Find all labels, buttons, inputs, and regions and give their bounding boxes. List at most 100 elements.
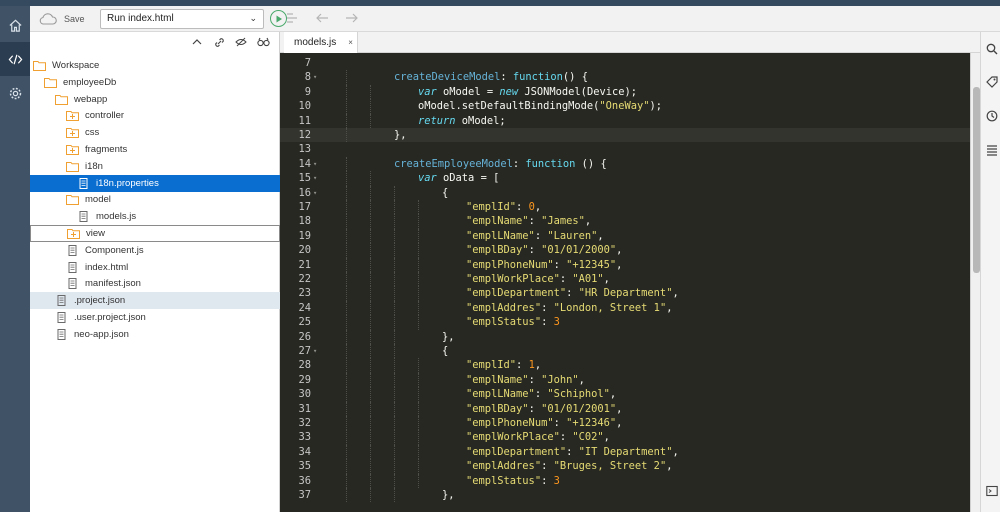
code-line[interactable]: 10 oModel.setDefaultBindingMode("OneWay")… xyxy=(280,99,970,114)
code-line[interactable]: 36 "emplStatus": 3 xyxy=(280,473,970,488)
code-line[interactable]: 19 "emplLName": "Lauren", xyxy=(280,228,970,244)
forward-arrow-icon[interactable] xyxy=(344,11,360,25)
indent-guide xyxy=(370,430,371,445)
tree-file-item[interactable]: models.js xyxy=(30,208,280,225)
console-icon[interactable] xyxy=(986,485,998,497)
code-line[interactable]: 14 ▾ createEmployeeModel: function () { xyxy=(280,156,970,172)
indent-guide xyxy=(394,488,395,503)
link-icon[interactable] xyxy=(212,35,226,49)
indent-guide xyxy=(346,416,347,431)
code-line[interactable]: 33 "emplWorkPlace": "C02", xyxy=(280,430,970,445)
tree-folder-item[interactable]: fragments xyxy=(30,141,280,158)
code-line[interactable]: 25 "emplStatus": 3 xyxy=(280,315,970,330)
binoculars-icon[interactable] xyxy=(256,35,270,49)
code-line[interactable]: 18 "emplName": "James", xyxy=(280,214,970,229)
code-line[interactable]: 31 "emplBDay": "01/01/2001", xyxy=(280,401,970,416)
outline-list-icon[interactable] xyxy=(986,144,998,156)
settings-button[interactable] xyxy=(0,76,30,110)
code-line[interactable]: 21 "emplPhoneNum": "+12345", xyxy=(280,257,970,272)
code-line[interactable]: 26}, xyxy=(280,329,970,344)
code-line[interactable]: 30 "emplLName": "Schiphol", xyxy=(280,387,970,402)
code-line[interactable]: 20 "emplBDay": "01/01/2000", xyxy=(280,243,970,258)
code-line[interactable]: 12}, xyxy=(280,128,970,143)
code-line[interactable]: 32 "emplPhoneNum": "+12346", xyxy=(280,416,970,431)
tree-folder-item[interactable]: Workspace xyxy=(30,57,280,74)
collapse-all-icon[interactable] xyxy=(190,35,204,49)
close-icon[interactable]: × xyxy=(348,38,353,47)
code-token: oModel; xyxy=(455,114,506,127)
tree-file-item[interactable]: index.html xyxy=(30,259,280,276)
save-label: Save xyxy=(64,14,85,24)
tree-item-label: fragments xyxy=(85,144,128,155)
indent-guide xyxy=(370,84,371,100)
code-icon xyxy=(8,54,22,64)
code-token: : xyxy=(534,388,548,401)
code-line[interactable]: 27 ▾ { xyxy=(280,344,970,359)
search-icon[interactable] xyxy=(986,43,998,55)
tree-folder-item[interactable]: css xyxy=(30,124,280,141)
indent-guide xyxy=(370,344,371,359)
code-line[interactable]: 23 "emplDepartment": "HR Department", xyxy=(280,286,970,301)
tree-file-item[interactable]: Component.js xyxy=(30,242,280,259)
code-token: "emplName" xyxy=(466,373,529,386)
code-line[interactable]: 37}, xyxy=(280,488,970,503)
debug-step-icon[interactable] xyxy=(284,11,300,25)
tree-folder-item[interactable]: i18n xyxy=(30,158,280,175)
code-line[interactable]: 17 "emplId": 0, xyxy=(280,200,970,215)
history-icon[interactable] xyxy=(986,110,998,122)
code-line[interactable]: 8 ▾ createDeviceModel: function() { xyxy=(280,70,970,85)
code-line[interactable]: 16 ▾ { xyxy=(280,185,970,200)
line-number: 31 xyxy=(298,402,311,415)
code-line[interactable]: 34 "emplDepartment": "IT Department", xyxy=(280,444,970,460)
tree-folder-item[interactable]: controller xyxy=(30,107,280,124)
indent-guide xyxy=(394,459,395,474)
tree-file-item[interactable]: manifest.json xyxy=(30,275,280,292)
tree-folder-item[interactable]: webapp xyxy=(30,91,280,108)
line-number: 34 xyxy=(298,445,311,458)
tree-folder-item[interactable]: view xyxy=(30,225,280,242)
save-button[interactable]: Save xyxy=(38,10,85,28)
code-text: "emplAddres": "Bruges, Street 2", xyxy=(466,459,672,473)
run-configuration-select[interactable]: Run index.html ⌄ xyxy=(100,9,264,29)
scrollbar-thumb[interactable] xyxy=(973,87,980,273)
tree-file-item[interactable]: neo-app.json xyxy=(30,326,280,343)
folder-icon xyxy=(44,77,57,88)
fold-arrow-icon[interactable]: ▾ xyxy=(313,171,317,185)
tree-file-item[interactable]: .project.json xyxy=(30,292,280,310)
development-button[interactable] xyxy=(0,42,30,76)
line-number: 28 xyxy=(298,359,311,372)
fold-arrow-icon[interactable]: ▾ xyxy=(313,344,317,358)
code-line[interactable]: 35 "emplAddres": "Bruges, Street 2", xyxy=(280,459,970,474)
code-line[interactable]: 9 var oModel = new JSONModel(Device); xyxy=(280,84,970,100)
tree-file-item[interactable]: i18n.properties xyxy=(30,174,280,192)
code-line[interactable]: 29 "emplName": "John", xyxy=(280,372,970,388)
editor-scrollbar[interactable] xyxy=(970,53,980,512)
indent-guide xyxy=(370,171,371,186)
tag-icon[interactable] xyxy=(986,76,998,88)
back-arrow-icon[interactable] xyxy=(314,11,330,25)
fold-arrow-icon[interactable]: ▾ xyxy=(313,70,317,84)
code-line[interactable]: 24 "emplAddres": "London, Street 1", xyxy=(280,300,970,316)
indent-guide xyxy=(394,430,395,445)
fold-arrow-icon[interactable]: ▾ xyxy=(313,157,317,171)
tab-models-js[interactable]: models.js × xyxy=(284,32,358,53)
tree-file-item[interactable]: .user.project.json xyxy=(30,309,280,326)
fold-arrow-icon[interactable]: ▾ xyxy=(313,186,317,200)
code-line[interactable]: 28 "emplId": 1, xyxy=(280,358,970,373)
indent-guide xyxy=(418,200,419,215)
code-line[interactable]: 15 ▾ var oData = [ xyxy=(280,171,970,186)
code-line[interactable]: 7 xyxy=(280,56,970,70)
code-token: : xyxy=(559,431,573,444)
indent-guide xyxy=(346,473,347,488)
tree-folder-item[interactable]: employeeDb xyxy=(30,74,280,91)
code-line[interactable]: 22 "emplWorkPlace": "A01", xyxy=(280,272,970,287)
code-token: , xyxy=(616,402,623,415)
hide-hidden-files-icon[interactable] xyxy=(234,35,248,49)
indent-guide xyxy=(394,286,395,301)
home-button[interactable] xyxy=(0,8,30,42)
tree-folder-item[interactable]: model xyxy=(30,191,280,208)
code-line[interactable]: 11 return oModel; xyxy=(280,113,970,128)
code-line[interactable]: 13 xyxy=(280,142,970,156)
code-editor[interactable]: 7 8 ▾ createDeviceModel: function() {9 var o… xyxy=(280,53,970,512)
code-text: }, xyxy=(394,128,407,142)
